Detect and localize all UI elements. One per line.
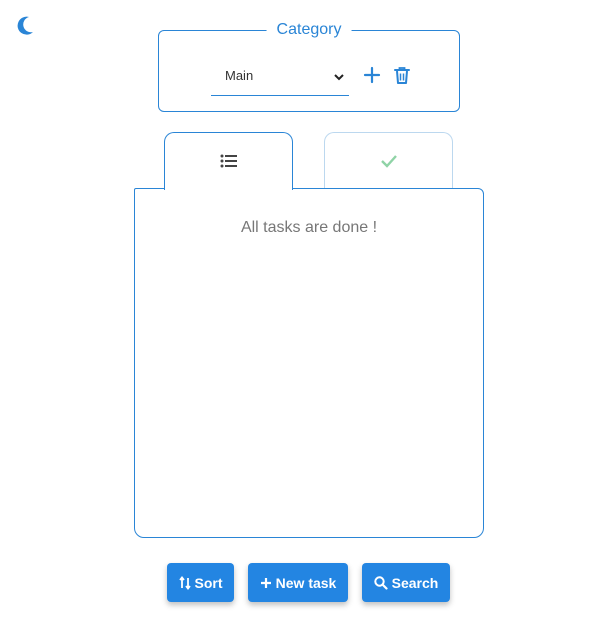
category-select[interactable]: Main bbox=[211, 61, 349, 96]
category-select-value: Main bbox=[225, 68, 254, 83]
new-task-button-label: New task bbox=[275, 574, 337, 591]
task-list-panel: All tasks are done ! bbox=[134, 188, 484, 538]
plus-icon bbox=[260, 577, 271, 588]
trash-icon[interactable] bbox=[393, 65, 411, 85]
list-icon bbox=[220, 154, 237, 168]
moon-icon[interactable] bbox=[16, 15, 36, 37]
sort-button[interactable]: Sort bbox=[167, 563, 234, 602]
empty-tasks-message: All tasks are done ! bbox=[240, 219, 378, 236]
search-icon bbox=[373, 575, 388, 590]
category-legend: Category bbox=[266, 20, 352, 40]
sort-icon bbox=[178, 575, 191, 590]
todo-app: Category Main All tasks are done ! Sort … bbox=[0, 0, 615, 626]
category-fieldset: Category Main bbox=[158, 20, 460, 112]
search-button[interactable]: Search bbox=[362, 563, 450, 602]
tab-done[interactable] bbox=[324, 132, 453, 189]
tab-todo[interactable] bbox=[164, 132, 293, 190]
chevron-down-icon bbox=[334, 74, 344, 81]
sort-button-label: Sort bbox=[194, 574, 223, 591]
check-icon bbox=[380, 155, 397, 168]
new-task-button[interactable]: New task bbox=[248, 563, 348, 602]
search-button-label: Search bbox=[391, 574, 439, 591]
plus-icon[interactable] bbox=[363, 65, 381, 85]
